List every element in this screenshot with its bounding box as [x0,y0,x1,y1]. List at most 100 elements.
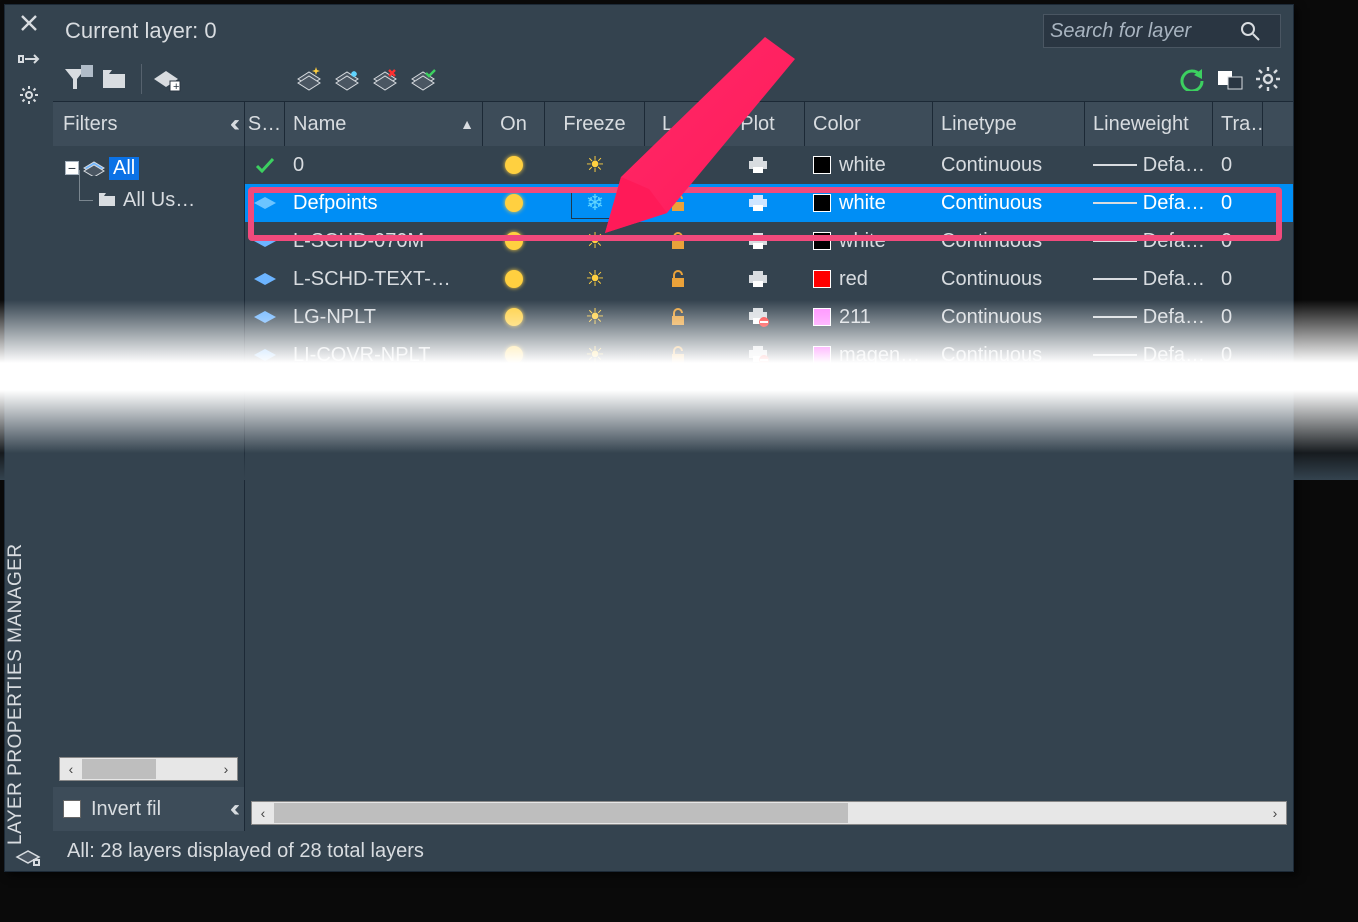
filters-scrollbar[interactable]: ‹ › [59,757,238,781]
lock-cell[interactable] [645,146,711,184]
on-cell[interactable] [483,146,545,184]
col-color[interactable]: Color [805,102,933,146]
printer-icon[interactable] [747,232,769,250]
freeze-cell[interactable]: ☀ [545,146,645,184]
sun-icon[interactable]: ☀ [585,228,605,254]
on-cell[interactable] [483,298,545,336]
bulb-icon[interactable] [505,194,523,212]
bulb-icon[interactable] [505,308,523,326]
col-on[interactable]: On [483,102,545,146]
delete-layer-icon[interactable] [368,62,402,96]
printer-icon[interactable] [747,194,769,212]
sun-icon[interactable]: ☀ [585,152,605,178]
on-cell[interactable] [483,184,545,222]
linetype-cell[interactable]: Continuous [933,184,1085,222]
linetype-cell[interactable]: Continuous [933,260,1085,298]
name-cell[interactable]: LG-NPLT [285,298,483,336]
on-cell[interactable] [483,336,545,374]
lineweight-cell[interactable]: Defa… [1085,260,1213,298]
name-cell[interactable]: LI-COVR-NPLT [285,336,483,374]
col-freeze[interactable]: Freeze [545,102,645,146]
printer-noplot-icon[interactable] [747,307,769,327]
name-cell[interactable]: L-SCHD-070M [285,222,483,260]
lock-icon[interactable] [669,232,687,250]
linetype-cell[interactable]: Continuous [933,146,1085,184]
on-cell[interactable] [483,222,545,260]
lineweight-cell[interactable]: Defa… [1085,222,1213,260]
col-status[interactable]: S… [245,102,285,146]
panel-icon[interactable] [15,845,41,867]
lineweight-cell[interactable]: Defa… [1085,336,1213,374]
layer-row[interactable]: Defpoints❄whiteContinuousDefa…0 [245,184,1293,222]
sun-icon[interactable]: ☀ [585,266,605,292]
color-cell[interactable]: magen… [805,336,933,374]
transparency-cell[interactable]: 0 [1213,222,1263,260]
bulb-icon[interactable] [505,270,523,288]
lineweight-cell[interactable]: Defa… [1085,298,1213,336]
name-cell[interactable]: Defpoints [285,184,483,222]
toggle-icon[interactable] [1213,62,1247,96]
plot-cell[interactable] [711,260,805,298]
scroll-right-icon[interactable]: › [1264,802,1286,824]
printer-noplot-icon[interactable] [747,345,769,365]
col-plot[interactable]: Plot [711,102,805,146]
name-cell[interactable]: 0 [285,146,483,184]
search-icon[interactable] [1240,21,1260,41]
scroll-right-icon[interactable]: › [215,758,237,780]
bulb-icon[interactable] [505,232,523,250]
tree-row-all[interactable]: − All [59,152,238,184]
new-group-filter-icon[interactable] [99,62,133,96]
transparency-cell[interactable]: 0 [1213,298,1263,336]
bulb-icon[interactable] [505,346,523,364]
freeze-cell[interactable]: ☀ [545,336,645,374]
auto-hide-icon[interactable] [5,41,53,77]
color-cell[interactable]: red [805,260,933,298]
snowflake-icon[interactable]: ❄ [571,187,619,219]
col-name[interactable]: Name▲ [285,102,483,146]
layer-search[interactable] [1043,14,1281,48]
new-layer-filter-icon[interactable] [61,62,95,96]
col-lock[interactable]: L… [645,102,711,146]
col-lineweight[interactable]: Lineweight [1085,102,1213,146]
collapse-icon[interactable]: − [65,161,79,175]
layer-row[interactable]: L-SCHD-TEXT-… ☀ redContinuousDefa…0 [245,260,1293,298]
sun-icon[interactable]: ☀ [585,304,605,330]
printer-icon[interactable] [747,156,769,174]
color-cell[interactable]: white [805,146,933,184]
transparency-cell[interactable]: 0 [1213,260,1263,298]
grid-scrollbar[interactable]: ‹ › [251,801,1287,825]
name-cell[interactable]: L-SCHD-TEXT-… [285,260,483,298]
lock-icon[interactable] [669,308,687,326]
lock-icon[interactable] [669,346,687,364]
refresh-icon[interactable] [1175,62,1209,96]
layer-row[interactable]: 0☀whiteContinuousDefa…0 [245,146,1293,184]
color-cell[interactable]: 211 [805,298,933,336]
scrollbar-thumb[interactable] [274,803,848,823]
lock-cell[interactable] [645,336,711,374]
layer-row[interactable]: L-SCHD-070M☀whiteContinuousDefa…0 [245,222,1293,260]
transparency-cell[interactable]: 0 [1213,146,1263,184]
chevron-double-left-icon[interactable]: ‹‹ [230,110,234,138]
new-layer-icon[interactable] [292,62,326,96]
scroll-left-icon[interactable]: ‹ [252,802,274,824]
close-icon[interactable] [5,5,53,41]
tree-row-all-used[interactable]: All Us… [59,184,238,216]
freeze-cell[interactable]: ☀ [545,298,645,336]
freeze-cell[interactable]: ☀ [545,260,645,298]
lineweight-cell[interactable]: Defa… [1085,184,1213,222]
layer-states-icon[interactable]: + [150,62,184,96]
freeze-cell[interactable]: ☀ [545,222,645,260]
freeze-layer-icon[interactable] [330,62,364,96]
linetype-cell[interactable]: Continuous [933,298,1085,336]
layer-row[interactable]: LG-NPLT ☀ 211ContinuousDefa…0 [245,298,1293,336]
lock-cell[interactable] [645,184,711,222]
lock-cell[interactable] [645,298,711,336]
lineweight-cell[interactable]: Defa… [1085,146,1213,184]
plot-cell[interactable] [711,146,805,184]
plot-cell[interactable] [711,184,805,222]
lock-icon[interactable] [669,194,687,212]
settings-icon[interactable] [1251,62,1285,96]
col-transparency[interactable]: Tra… [1213,102,1263,146]
linetype-cell[interactable]: Continuous [933,336,1085,374]
sun-icon[interactable]: ☀ [585,342,605,368]
